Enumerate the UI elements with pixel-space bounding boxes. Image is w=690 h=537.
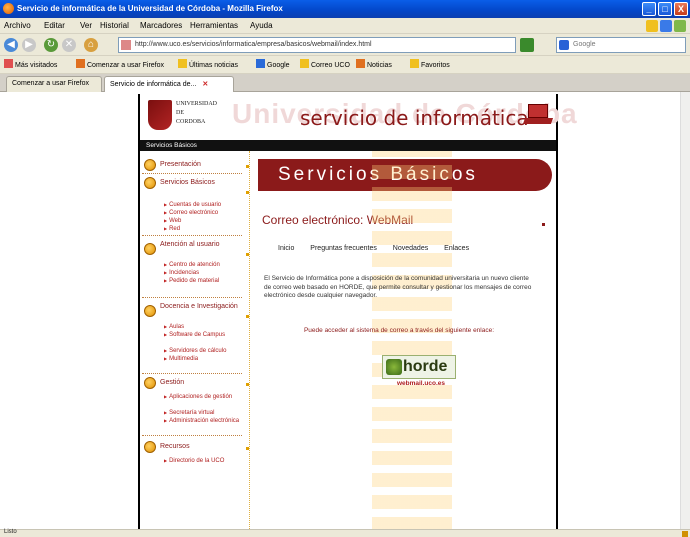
menu-history[interactable]: Historial <box>100 21 129 30</box>
main-content: Servicios Básicos Correo electrónico: We… <box>252 151 554 529</box>
stop-button[interactable]: ✕ <box>62 38 76 52</box>
section-bullet-icon <box>144 159 156 171</box>
firefox-icon <box>3 3 14 14</box>
bookmark-item[interactable]: Noticias <box>356 59 392 69</box>
university-name: UNIVERSIDAD DE CORDOBA <box>176 101 217 125</box>
link-novedades[interactable]: Novedades <box>393 245 428 252</box>
horde-logo-icon <box>386 359 402 375</box>
bookmark-item[interactable]: Comenzar a usar Firefox <box>76 59 164 69</box>
section-bullet-icon <box>144 377 156 389</box>
url-text: http://www.uco.es/servicios/informatica/… <box>135 41 372 48</box>
toolbar-icons <box>586 19 686 33</box>
bookmark-item[interactable]: Últimas noticias <box>178 59 238 69</box>
sidebar-item-secretaria[interactable]: Secretaría virtual <box>164 409 244 417</box>
addon-icon[interactable] <box>660 20 672 32</box>
bookmark-item[interactable]: Favoritos <box>410 59 450 69</box>
reload-button[interactable]: ↻ <box>44 38 58 52</box>
tab-close-icon[interactable]: ✕ <box>202 81 208 88</box>
sidebar: Presentación Servicios Básicos Cuentas d… <box>140 151 250 529</box>
subnav-links: Inicio Preguntas frecuentes Novedades En… <box>278 245 483 252</box>
sidebar-item-aulas[interactable]: Aulas <box>164 323 244 331</box>
web-page: UNIVERSIDAD DE CORDOBA Universidad de Có… <box>138 94 577 529</box>
menu-tools[interactable]: Herramientas <box>190 21 238 30</box>
site-favicon <box>121 40 131 50</box>
sidebar-item-aplicaciones[interactable]: Aplicaciones de gestión <box>164 393 244 401</box>
close-button[interactable]: X <box>674 2 688 16</box>
link-faq[interactable]: Preguntas frecuentes <box>310 245 377 252</box>
sidebar-item-directorio[interactable]: Directorio de la UCO <box>164 457 244 465</box>
section-bullet-icon <box>144 243 156 255</box>
sidebar-item-red[interactable]: Red <box>164 225 244 233</box>
window-titlebar: Servicio de informática de la Universida… <box>0 0 690 18</box>
sidebar-item-centro[interactable]: Centro de atención <box>164 261 244 269</box>
section-title: Correo electrónico: WebMail <box>262 213 414 227</box>
maximize-button[interactable]: □ <box>658 2 672 16</box>
bookmarks-bar: Más visitados Comenzar a usar Firefox Úl… <box>0 56 690 74</box>
menu-bar: Archivo Editar Ver Historial Marcadores … <box>0 18 690 34</box>
search-input[interactable]: Google <box>556 37 686 53</box>
extension-icon[interactable] <box>674 20 686 32</box>
sidebar-item-correo[interactable]: Correo electrónico <box>164 209 244 217</box>
go-button[interactable] <box>520 38 534 52</box>
page-heading: Servicios Básicos <box>278 164 478 185</box>
bookmark-item[interactable]: Más visitados <box>4 59 57 69</box>
sidebar-item-web[interactable]: Web <box>164 217 244 225</box>
sidebar-item-pedido[interactable]: Pedido de material <box>164 277 244 285</box>
menu-help[interactable]: Ayuda <box>250 21 273 30</box>
horde-webmail-button[interactable]: horde <box>382 355 456 379</box>
bookmark-item[interactable]: Google <box>256 59 290 69</box>
url-bar[interactable]: http://www.uco.es/servicios/informatica/… <box>118 37 516 53</box>
window-title: Servicio de informática de la Universida… <box>17 4 283 13</box>
bookmark-item[interactable]: Correo UCO <box>300 59 350 69</box>
navigation-bar: ◀ ▶ ↻ ✕ ⌂ http://www.uco.es/servicios/in… <box>0 34 690 56</box>
site-title: servicio de informática <box>300 106 529 130</box>
page-header: Servicios Básicos <box>258 159 552 191</box>
sidebar-item-cuentas[interactable]: Cuentas de usuario <box>164 201 244 209</box>
sidebar-item-servidores[interactable]: Servidores de cálculo <box>164 347 244 355</box>
tab-inactive[interactable]: Comenzar a usar Firefox <box>6 76 102 92</box>
section-bullet-icon <box>144 441 156 453</box>
sidebar-item-software[interactable]: Software de Campus <box>164 331 244 339</box>
sidebar-item-incidencias[interactable]: Incidencias <box>164 269 244 277</box>
menu-file[interactable]: Archivo <box>4 21 31 30</box>
sidebar-item-multimedia[interactable]: Multimedia <box>164 355 244 363</box>
status-text: Listo <box>4 529 17 535</box>
feed-icon[interactable] <box>646 20 658 32</box>
link-inicio[interactable]: Inicio <box>278 245 294 252</box>
access-paragraph: Puede acceder al sistema de correo a tra… <box>303 327 495 334</box>
laptop-icon <box>522 104 554 126</box>
back-button[interactable]: ◀ <box>4 38 18 52</box>
tab-active[interactable]: Servicio de informática de... ✕ <box>104 76 234 92</box>
tab-bar: Comenzar a usar Firefox Servicio de info… <box>0 74 690 92</box>
menu-bookmarks[interactable]: Marcadores <box>140 21 182 30</box>
university-shield-icon <box>148 100 172 130</box>
content-viewport: UNIVERSIDAD DE CORDOBA Universidad de Có… <box>0 92 680 529</box>
status-bar: Listo <box>0 529 690 537</box>
forward-button[interactable]: ▶ <box>22 38 36 52</box>
site-banner: UNIVERSIDAD DE CORDOBA Universidad de Có… <box>140 94 577 140</box>
sidebar-item-administracion[interactable]: Administración electrónica <box>164 417 244 425</box>
section-bullet-icon <box>144 305 156 317</box>
vertical-scrollbar[interactable] <box>680 92 690 529</box>
link-enlaces[interactable]: Enlaces <box>444 245 469 252</box>
home-button[interactable]: ⌂ <box>84 38 98 52</box>
search-placeholder: Google <box>573 41 596 48</box>
section-bullet-icon <box>144 177 156 189</box>
menu-edit[interactable]: Editar <box>44 21 65 30</box>
minimize-button[interactable]: _ <box>642 2 656 16</box>
section-bar: Servicios Básicos <box>140 140 556 151</box>
status-grip-icon <box>682 531 688 537</box>
webmail-link[interactable]: webmail.uco.es <box>386 380 456 387</box>
google-search-icon <box>559 40 569 50</box>
intro-paragraph: El Servicio de Informática pone a dispos… <box>264 275 532 299</box>
menu-view[interactable]: Ver <box>80 21 92 30</box>
